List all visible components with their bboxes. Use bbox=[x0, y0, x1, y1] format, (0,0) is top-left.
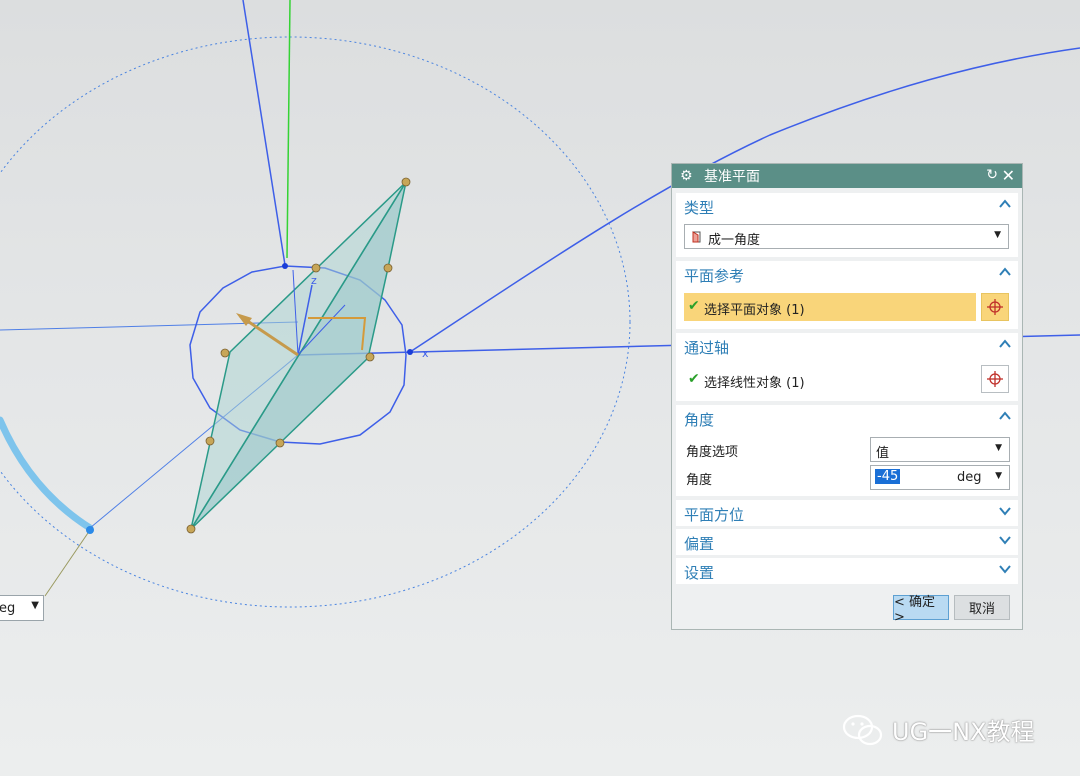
angle-option-label: 角度选项 bbox=[686, 445, 739, 460]
settings-header[interactable]: 设置 bbox=[676, 558, 1018, 584]
angle-value-input[interactable]: -45 deg ▼ bbox=[870, 465, 1010, 490]
plane-reference-section: 平面参考 ✔ 选择平面对象 (1) bbox=[676, 261, 1018, 329]
onscreen-angle-field[interactable]: eg ▼ bbox=[0, 595, 44, 621]
dropdown-arrow-icon: ▼ bbox=[995, 443, 1002, 453]
dropdown-arrow-icon[interactable]: ▼ bbox=[31, 600, 39, 611]
wechat-icon bbox=[842, 714, 883, 745]
select-plane-object-row[interactable]: ✔ 选择平面对象 (1) bbox=[684, 293, 976, 321]
ok-button[interactable]: < 确定 > bbox=[893, 595, 949, 625]
blue-arc bbox=[0, 416, 94, 532]
cancel-button[interactable]: 取消 bbox=[954, 595, 1010, 620]
gear-icon[interactable]: ⚙ bbox=[680, 168, 696, 184]
origin-point bbox=[407, 349, 413, 355]
select-linear-object-row[interactable]: ✔ 选择线性对象 (1) bbox=[684, 366, 976, 394]
check-icon: ✔ bbox=[688, 371, 700, 387]
datum-plane-dialog: ⚙ 基准平面 ↻ ✕ 类型 成一角度 ▼ 平面参考 ✔ 选择平面对象 (1) 通… bbox=[671, 163, 1023, 630]
type-select[interactable]: 成一角度 ▼ bbox=[684, 224, 1009, 249]
chevron-up-icon[interactable] bbox=[998, 265, 1012, 279]
select-linear-object-label: 选择线性对象 (1) bbox=[704, 376, 805, 391]
check-icon: ✔ bbox=[688, 298, 700, 314]
axis-point bbox=[282, 263, 288, 269]
angle-type-icon bbox=[692, 231, 701, 243]
arc-endpoint[interactable] bbox=[86, 526, 94, 534]
type-select-value: 成一角度 bbox=[708, 233, 761, 248]
angle-section: 角度 角度选项 值 ▼ 角度 -45 deg ▼ bbox=[676, 405, 1018, 496]
watermark-text: UG一NX教程 bbox=[892, 718, 1035, 746]
green-axis bbox=[286, 0, 291, 259]
x-axis-label: x bbox=[422, 347, 429, 360]
through-axis-title: 通过轴 bbox=[684, 339, 730, 357]
plane-crosshair-button[interactable] bbox=[981, 293, 1009, 321]
angle-section-title: 角度 bbox=[684, 411, 715, 429]
angle-option-value: 值 bbox=[876, 446, 890, 461]
plane-orientation-title: 平面方位 bbox=[684, 506, 745, 524]
chevron-up-icon[interactable] bbox=[998, 197, 1012, 211]
plane-orientation-section[interactable]: 平面方位 bbox=[676, 500, 1018, 526]
through-axis-header[interactable]: 通过轴 bbox=[676, 333, 1018, 359]
z-axis-label: z bbox=[311, 274, 317, 287]
plane-reference-title: 平面参考 bbox=[684, 267, 745, 285]
top-blue-line bbox=[242, 0, 286, 266]
crosshair-icon bbox=[987, 371, 1003, 387]
reset-icon[interactable]: ↻ bbox=[986, 167, 998, 183]
dropdown-arrow-icon[interactable]: ▼ bbox=[995, 471, 1002, 481]
through-axis-section: 通过轴 ✔ 选择线性对象 (1) bbox=[676, 333, 1018, 401]
angle-section-header[interactable]: 角度 bbox=[676, 405, 1018, 431]
chevron-up-icon[interactable] bbox=[998, 409, 1012, 423]
onscreen-angle-unit: eg bbox=[0, 601, 16, 616]
select-plane-object-label: 选择平面对象 (1) bbox=[704, 303, 805, 318]
type-section-title: 类型 bbox=[684, 199, 715, 217]
olive-line bbox=[44, 529, 91, 597]
chevron-down-icon[interactable] bbox=[998, 533, 1012, 547]
crosshair-icon bbox=[987, 299, 1003, 315]
chevron-down-icon[interactable] bbox=[998, 504, 1012, 518]
angle-option-select[interactable]: 值 ▼ bbox=[870, 437, 1010, 462]
chevron-up-icon[interactable] bbox=[998, 337, 1012, 351]
plane-reference-header[interactable]: 平面参考 bbox=[676, 261, 1018, 287]
watermark: UG一NX教程 bbox=[842, 712, 1035, 747]
angle-label: 角度 bbox=[686, 473, 713, 488]
dropdown-arrow-icon: ▼ bbox=[994, 230, 1001, 240]
type-section-header[interactable]: 类型 bbox=[676, 193, 1018, 219]
axis-crosshair-button[interactable] bbox=[981, 365, 1009, 393]
angle-unit: deg bbox=[957, 470, 982, 485]
dialog-titlebar[interactable]: ⚙ 基准平面 ↻ ✕ bbox=[672, 164, 1022, 188]
angle-value[interactable]: -45 bbox=[875, 469, 901, 484]
type-section: 类型 成一角度 ▼ bbox=[676, 193, 1018, 257]
settings-title: 设置 bbox=[684, 564, 715, 582]
settings-section[interactable]: 设置 bbox=[676, 558, 1018, 584]
plane-orientation-header[interactable]: 平面方位 bbox=[676, 500, 1018, 526]
chevron-down-icon[interactable] bbox=[998, 562, 1012, 576]
dialog-title: 基准平面 bbox=[704, 169, 760, 185]
close-icon[interactable]: ✕ bbox=[1002, 166, 1015, 185]
offset-title: 偏置 bbox=[684, 535, 715, 553]
offset-section[interactable]: 偏置 bbox=[676, 529, 1018, 555]
offset-header[interactable]: 偏置 bbox=[676, 529, 1018, 555]
